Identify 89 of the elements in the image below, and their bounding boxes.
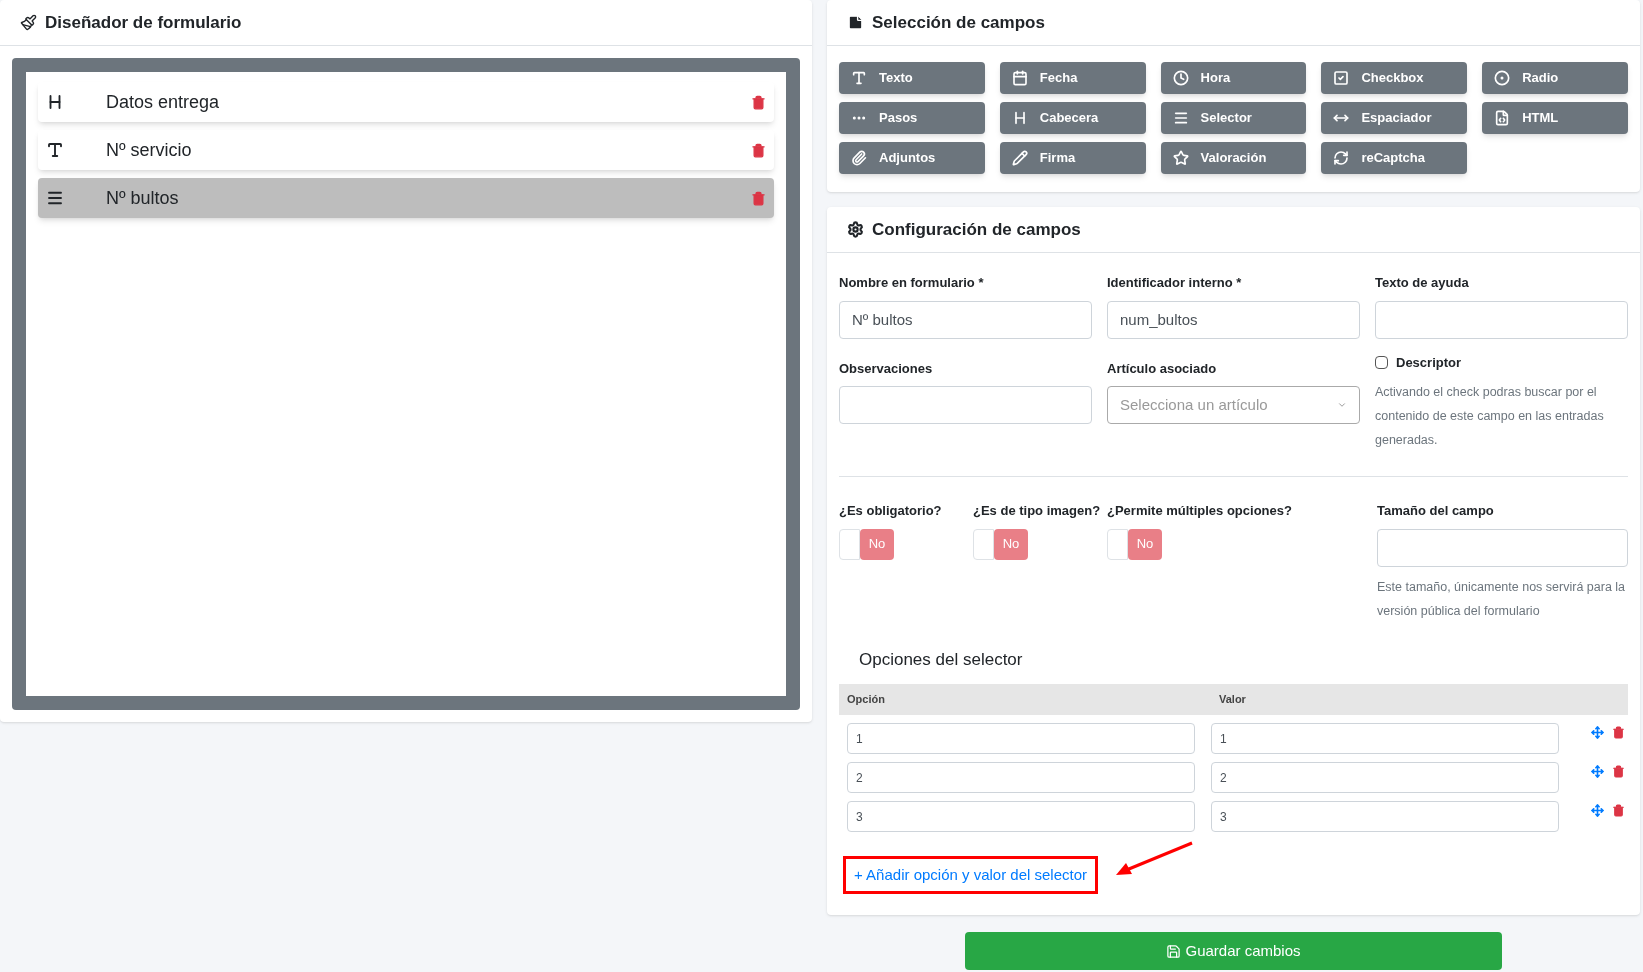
- add-option-link[interactable]: + Añadir opción y valor del selector: [854, 866, 1088, 883]
- id-input[interactable]: num_bultos: [1107, 300, 1360, 339]
- toggle-state: No: [994, 528, 1028, 560]
- save-button[interactable]: Guardar cambios: [965, 932, 1502, 970]
- toggle-state: No: [860, 528, 894, 560]
- toggle-knob[interactable]: [839, 528, 860, 560]
- field-type-button[interactable]: Checkbox: [1321, 62, 1468, 94]
- toggle-switch[interactable]: No: [973, 528, 1028, 560]
- letter-icon: [46, 141, 64, 159]
- letter-icon: [851, 70, 867, 86]
- option-input[interactable]: 2: [847, 762, 1195, 793]
- field-type-button[interactable]: Hora: [1160, 62, 1307, 94]
- value-input[interactable]: 1: [1211, 723, 1559, 754]
- article-select[interactable]: Selecciona un artículo: [1107, 386, 1360, 424]
- checkbox-icon: [1333, 70, 1350, 86]
- card-title: Diseñador de formulario: [45, 11, 242, 34]
- lines-icon: [46, 189, 64, 207]
- element-label: Nº bultos: [106, 186, 180, 210]
- toggle-state: No: [1128, 528, 1162, 560]
- html-icon: [1494, 110, 1511, 126]
- size-input[interactable]: [1377, 528, 1628, 567]
- checkbox-label: Descriptor: [1396, 353, 1462, 372]
- trash-icon[interactable]: [751, 94, 766, 110]
- field-type-button[interactable]: HTML: [1482, 102, 1628, 134]
- field-label: ¿Es de tipo imagen?: [973, 502, 1102, 520]
- field-label: Nombre en formulario *: [839, 274, 985, 292]
- column-header: Valor: [1219, 692, 1247, 708]
- star-icon: [1172, 150, 1189, 166]
- element-label: Datos entrega: [106, 90, 221, 114]
- lines-icon: [1172, 110, 1189, 126]
- field-type-button[interactable]: Radio: [1482, 62, 1628, 94]
- form-element[interactable]: Nº servicio: [38, 130, 774, 170]
- name-input[interactable]: Nº bultos: [839, 300, 1092, 339]
- trash-icon[interactable]: [1612, 726, 1625, 739]
- element-label: Nº servicio: [106, 138, 193, 162]
- field-label: Artículo asociado: [1107, 359, 1218, 378]
- field-label: Identificador interno *: [1107, 274, 1243, 292]
- field-type-button[interactable]: Valoración: [1160, 142, 1307, 174]
- trash-icon[interactable]: [1612, 765, 1625, 778]
- toggle-knob[interactable]: [973, 528, 994, 560]
- field-label: Observaciones: [839, 359, 934, 378]
- field-type-button[interactable]: Cabecera: [999, 102, 1146, 134]
- section-title: Opciones del selector: [859, 648, 1024, 671]
- help-input[interactable]: [1375, 300, 1628, 339]
- toggle-knob[interactable]: [1107, 528, 1128, 560]
- field-label: Texto de ayuda: [1375, 274, 1470, 292]
- card-title: Selección de campos: [872, 11, 1045, 34]
- calendar-icon: [1011, 70, 1028, 86]
- notes-input[interactable]: [839, 386, 1092, 424]
- field-type-button[interactable]: Pasos: [839, 102, 985, 134]
- toggle-switch[interactable]: No: [839, 528, 894, 560]
- form-element[interactable]: Nº bultos: [38, 178, 774, 218]
- descriptor-checkbox[interactable]: [1375, 355, 1388, 369]
- field-label: Tamaño del campo: [1377, 502, 1495, 520]
- select-placeholder: Selecciona un artículo: [1120, 394, 1268, 415]
- card-title: Configuración de campos: [872, 218, 1081, 241]
- pencil-icon: [1011, 150, 1028, 166]
- radio-icon: [1494, 70, 1511, 86]
- field-type-button[interactable]: Fecha: [999, 62, 1146, 94]
- trash-icon[interactable]: [751, 142, 766, 158]
- field-type-button[interactable]: Selector: [1160, 102, 1307, 134]
- form-element[interactable]: Datos entrega: [38, 82, 774, 122]
- refresh-icon: [1333, 150, 1350, 166]
- toggle-switch[interactable]: No: [1107, 528, 1162, 560]
- field-type-button[interactable]: Adjuntos: [839, 142, 985, 174]
- trash-icon[interactable]: [751, 190, 766, 206]
- clock-icon: [1172, 70, 1189, 86]
- option-input[interactable]: 3: [847, 801, 1195, 832]
- value-input[interactable]: 3: [1211, 801, 1559, 832]
- move-icon[interactable]: [1591, 765, 1604, 778]
- caret-icon: [1337, 400, 1347, 410]
- move-icon[interactable]: [1591, 726, 1604, 739]
- option-input[interactable]: 1: [847, 723, 1195, 754]
- gear-icon: [847, 221, 864, 238]
- field-label: ¿Permite múltiples opciones?: [1107, 502, 1293, 520]
- value-input[interactable]: 2: [1211, 762, 1559, 793]
- note-icon: [847, 14, 864, 31]
- field-type-button[interactable]: Firma: [999, 142, 1146, 174]
- brush-icon: [20, 14, 37, 31]
- column-header: Opción: [847, 692, 886, 708]
- field-type-button[interactable]: Texto: [839, 62, 985, 94]
- trash-icon[interactable]: [1612, 804, 1625, 817]
- move-icon[interactable]: [1591, 804, 1604, 817]
- help-text: Activando el check podras buscar por el contenido de este campo en las entradas generadas.: [1375, 384, 1605, 449]
- help-text: Este tamaño, únicamente nos servirá para la versión pública del formulario: [1377, 578, 1627, 620]
- field-type-button[interactable]: Espaciador: [1321, 102, 1468, 134]
- field-type-button[interactable]: reCaptcha: [1321, 142, 1468, 174]
- paperclip-icon: [851, 150, 867, 166]
- field-label: ¿Es obligatorio?: [839, 502, 943, 520]
